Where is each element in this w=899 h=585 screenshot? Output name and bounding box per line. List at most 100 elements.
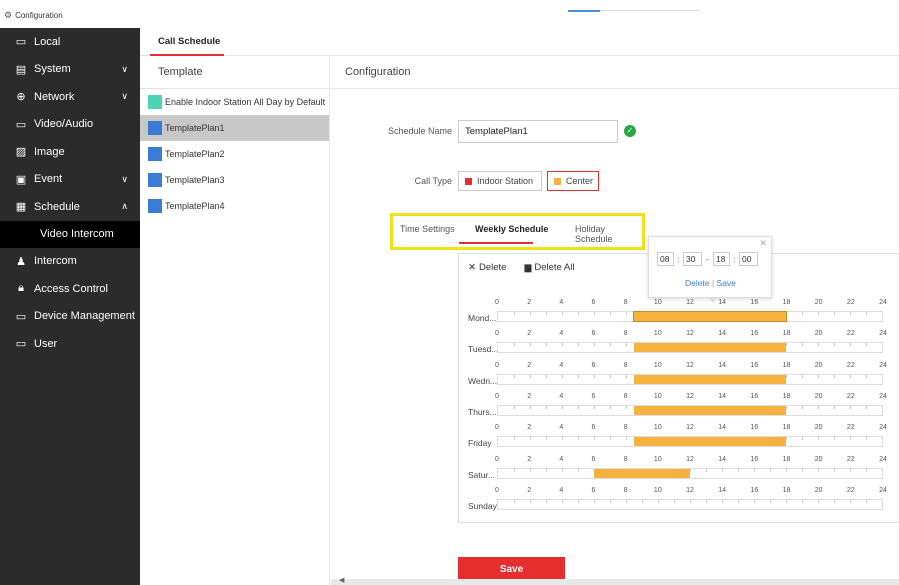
hour-tick-label: 18	[782, 392, 791, 400]
hour-tick-label: 4	[559, 392, 564, 400]
day-timeline-track[interactable]	[497, 404, 883, 416]
hour-tick-label: 8	[623, 455, 628, 463]
hour-tick-mark	[530, 499, 531, 503]
end-hour-input[interactable]: 18	[713, 252, 730, 266]
hour-tick-label: 18	[782, 361, 791, 369]
hour-tick-mark	[850, 468, 851, 472]
schedule-icon: ▦	[15, 201, 27, 214]
time-segment-bar[interactable]	[634, 374, 786, 384]
hour-tick-mark	[722, 468, 723, 472]
hour-ticks: 0 2 4 6 8 10 12 14 16 18 20 22 24	[495, 299, 887, 311]
scroll-left-icon[interactable]: ◀	[339, 576, 344, 584]
sidebar-item-label: Network	[34, 90, 75, 103]
popup-delete-link[interactable]: Delete	[685, 278, 710, 288]
end-minute-input[interactable]: 00	[739, 252, 758, 266]
tab-weekly-schedule[interactable]: Weekly Schedule	[475, 224, 548, 234]
popup-save-link[interactable]: Save	[717, 278, 736, 288]
template-color-swatch	[148, 121, 162, 135]
sidebar-item-device-management[interactable]: ▭ Device Management	[0, 303, 140, 331]
delete-all-button[interactable]: ▆ Delete All	[524, 262, 574, 273]
check-icon: ✓	[624, 125, 636, 137]
call-type-center[interactable]: Center	[547, 171, 599, 191]
start-minute-input[interactable]: 30	[683, 252, 702, 266]
schedule-day-row: 0 2 4 6 8 10 12 14 16 18 20 22 24 Tuesd...	[466, 330, 887, 358]
template-item-default[interactable]: Enable Indoor Station All Day by Default	[140, 89, 329, 115]
hour-tick-label: 24	[879, 361, 887, 369]
hour-tick-mark	[706, 499, 707, 503]
hour-tick-label: 22	[846, 486, 855, 494]
day-timeline-track[interactable]	[497, 498, 883, 510]
time-segment-bar[interactable]	[634, 343, 786, 353]
tab-holiday-schedule[interactable]: Holiday Schedule	[575, 224, 642, 244]
active-subtab-indicator	[459, 242, 533, 244]
time-segment-bar[interactable]	[634, 437, 786, 447]
day-timeline-track[interactable]	[497, 373, 883, 385]
template-item-plan4[interactable]: TemplatePlan4	[140, 193, 329, 219]
sidebar-item-image[interactable]: ▨ Image	[0, 138, 140, 166]
hour-tick-label: 24	[879, 330, 887, 338]
hour-tick-label: 22	[846, 330, 855, 338]
hour-tick-mark	[818, 312, 819, 315]
sidebar-item-local[interactable]: ▭ Local	[0, 28, 140, 56]
hour-tick-mark	[626, 437, 627, 441]
hour-tick-label: 0	[495, 330, 499, 338]
hour-tick-mark	[562, 343, 563, 347]
schedule-day-row: 0 2 4 6 8 10 12 14 16 18 20 22 24 Sunday	[466, 486, 887, 515]
horizontal-scrollbar[interactable]: ◀	[331, 576, 899, 585]
time-segment-bar[interactable]	[634, 405, 786, 415]
template-item-plan1[interactable]: TemplatePlan1	[140, 115, 329, 141]
sidebar-item-user[interactable]: ▭ User	[0, 330, 140, 358]
day-timeline-track[interactable]	[497, 467, 883, 479]
hour-tick-mark	[658, 499, 659, 503]
sidebar-item-network[interactable]: ⊕ Network ∨	[0, 83, 140, 111]
hour-tick-mark	[626, 499, 627, 503]
template-item-plan3[interactable]: TemplatePlan3	[140, 167, 329, 193]
sidebar-item-system[interactable]: ▤ System ∨	[0, 56, 140, 84]
start-hour-input[interactable]: 08	[657, 252, 674, 266]
hour-tick-mark	[530, 343, 531, 347]
day-label: Tuesd...	[468, 344, 499, 355]
tab-call-schedule[interactable]: Call Schedule	[158, 36, 220, 47]
sidebar-item-schedule[interactable]: ▦ Schedule ∧	[0, 193, 140, 221]
sidebar-item-intercom[interactable]: ♟ Intercom	[0, 248, 140, 276]
delete-button[interactable]: ✕ Delete	[468, 262, 506, 273]
sidebar-item-video-audio[interactable]: ▭ Video/Audio	[0, 111, 140, 139]
time-segment-bar[interactable]	[633, 311, 787, 322]
template-item-plan2[interactable]: TemplatePlan2	[140, 141, 329, 167]
hour-tick-mark	[738, 499, 739, 503]
hour-tick-label: 18	[782, 299, 791, 306]
hour-tick-label: 24	[879, 299, 887, 306]
call-type-indoor-station[interactable]: Indoor Station	[458, 171, 542, 191]
hour-tick-label: 0	[495, 392, 499, 400]
sidebar-item-event[interactable]: ▣ Event ∨	[0, 166, 140, 194]
hour-tick-label: 2	[527, 392, 532, 400]
day-timeline-track[interactable]	[497, 311, 883, 322]
hour-tick-label: 12	[686, 455, 694, 463]
day-timeline-track[interactable]	[497, 436, 883, 448]
hour-tick-mark	[610, 499, 611, 503]
hour-tick-mark	[562, 374, 563, 378]
day-timeline-track[interactable]	[497, 342, 883, 354]
sidebar-item-access-control[interactable]: 🔒︎ Access Control	[0, 275, 140, 303]
sidebar-subitem-video-intercom[interactable]: Video Intercom	[0, 220, 140, 248]
hour-tick-mark	[834, 312, 835, 315]
hour-tick-label: 20	[814, 392, 823, 400]
schedule-name-input[interactable]: TemplatePlan1	[458, 120, 618, 143]
close-icon: ✕	[468, 262, 476, 273]
schedule-day-row: 0 2 4 6 8 10 12 14 16 18 20 22 24 Thurs...	[466, 392, 887, 421]
time-segment-bar[interactable]	[594, 468, 690, 478]
tab-time-settings[interactable]: Time Settings	[400, 224, 455, 234]
hour-tick-mark	[578, 437, 579, 441]
hour-tick-mark	[754, 499, 755, 503]
template-color-swatch	[148, 95, 162, 109]
hour-tick-label: 6	[591, 424, 596, 432]
hour-tick-label: 8	[623, 361, 628, 369]
hour-tick-label: 24	[879, 424, 887, 432]
hour-tick-mark	[786, 312, 787, 315]
hour-tick-label: 16	[750, 392, 759, 400]
hour-tick-label: 14	[718, 424, 727, 432]
hour-tick-label: 10	[653, 330, 662, 338]
hour-tick-mark	[866, 343, 867, 347]
close-icon[interactable]: ✕	[759, 238, 767, 249]
hour-tick-mark	[866, 468, 867, 472]
